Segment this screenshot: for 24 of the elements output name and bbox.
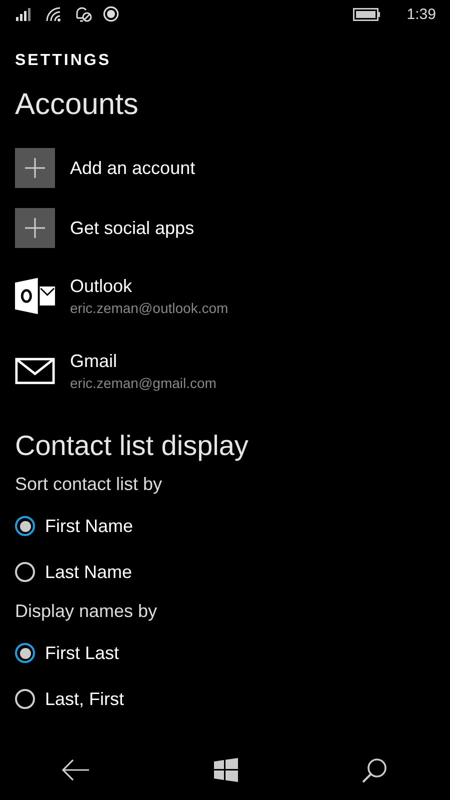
radio-option[interactable]: Last Name [15, 549, 132, 595]
section-heading: Contact list display [15, 430, 250, 462]
plus-icon [25, 158, 45, 178]
account-email: eric.zeman@outlook.com [70, 300, 228, 316]
group-label: Display names by [15, 601, 158, 622]
location-icon [103, 6, 119, 22]
group-label: Sort contact list by [15, 474, 164, 495]
account-label[interactable]: Outlook [70, 276, 228, 296]
radio-option[interactable]: First Name [15, 503, 134, 549]
section-heading: Accounts [15, 88, 140, 122]
plus-icon [25, 218, 45, 238]
envelope-icon [15, 356, 55, 384]
radio-option[interactable]: First Last [15, 630, 120, 676]
account-label[interactable]: Gmail [70, 350, 216, 372]
account-email: eric.zeman@gmail.com [70, 374, 216, 390]
outlook-icon [15, 276, 55, 314]
quiet-hours-icon [74, 6, 92, 22]
account-label[interactable]: Get social apps [70, 218, 194, 238]
clock-time: 1:39 [406, 6, 436, 22]
account-label[interactable]: Add an account [70, 158, 196, 178]
battery-icon [352, 8, 380, 20]
wifi-icon [45, 6, 63, 22]
page-title: SETTINGS [15, 52, 112, 70]
radio-option[interactable]: Last, First [15, 676, 124, 722]
